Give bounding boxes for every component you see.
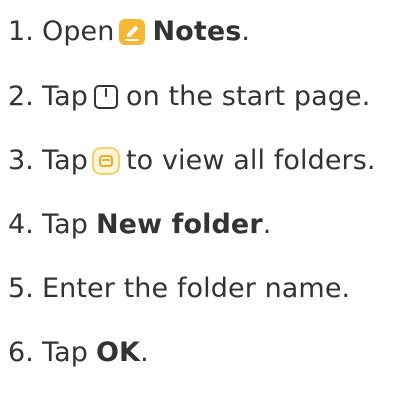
app-name: Notes [152, 16, 242, 47]
step-verb: Open [41, 16, 115, 47]
step-punct: . [140, 337, 149, 368]
step-2: 2. Tap on the start page. [8, 75, 370, 119]
step-number: 2. [8, 81, 34, 112]
step-5: 5. Enter the folder name. [8, 267, 350, 311]
step-text: Enter the folder name. [41, 273, 351, 304]
step-4: 4. Tap New folder. [8, 203, 271, 247]
step-number: 5. [8, 273, 34, 304]
step-punct: . [262, 209, 272, 240]
step-number: 4. [8, 209, 34, 240]
step-verb: Tap [41, 209, 88, 240]
button-name: OK [95, 337, 141, 368]
step-number: 3. [8, 145, 34, 176]
step-6: 6. Tap OK. [8, 331, 149, 375]
instruction-list: 1. Open Notes. 2. Tap on the start page.… [0, 0, 406, 394]
step-verb: Tap [41, 81, 88, 112]
step-1: 1. Open Notes. [8, 10, 250, 54]
step-number: 6. [8, 337, 34, 368]
step-verb: Tap [41, 337, 88, 368]
folders-icon [92, 147, 120, 175]
step-text: on the start page. [125, 81, 371, 112]
step-punct: . [241, 16, 251, 47]
step-3: 3. Tap to view all folders. [8, 139, 376, 183]
new-note-icon [92, 83, 120, 111]
notes-app-icon [118, 18, 146, 46]
step-text: to view all folders. [125, 145, 376, 176]
step-verb: Tap [41, 145, 88, 176]
step-number: 1. [8, 16, 34, 47]
button-name: New folder [95, 209, 263, 240]
